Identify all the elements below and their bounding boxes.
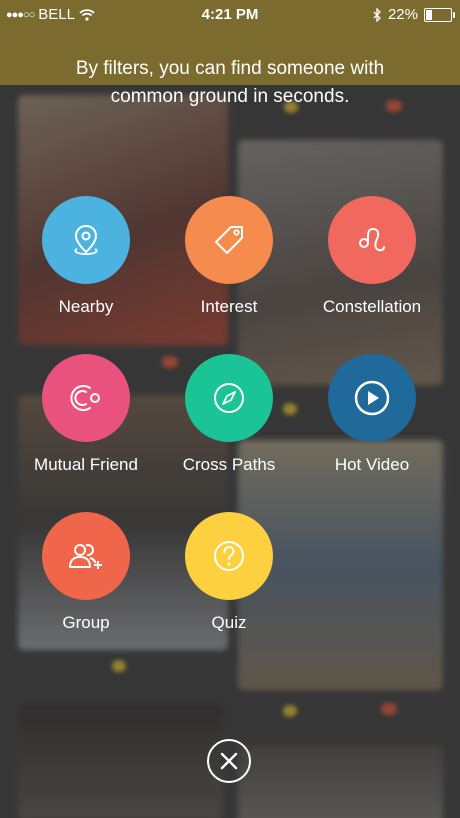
filter-quiz[interactable]: Quiz [159, 512, 299, 633]
filter-label: Interest [200, 297, 258, 316]
filter-label: Quiz [211, 613, 247, 632]
compass-icon [214, 383, 244, 413]
question-icon [214, 541, 244, 571]
close-icon [220, 752, 238, 770]
mutual-friend-button[interactable] [42, 354, 130, 442]
filter-label: Hot Video [334, 455, 410, 474]
group-add-icon [69, 544, 102, 569]
cross-paths-button[interactable] [185, 354, 273, 442]
interest-button[interactable] [185, 196, 273, 284]
filter-constellation[interactable]: Constellation [302, 196, 442, 317]
hot-video-button[interactable] [328, 354, 416, 442]
filter-interest[interactable]: Interest [159, 196, 299, 317]
filter-group[interactable]: Group [16, 512, 156, 633]
filter-label: Nearby [58, 297, 114, 316]
filter-nearby[interactable]: Nearby [16, 196, 156, 317]
quiz-button[interactable] [185, 512, 273, 600]
filter-label: Constellation [322, 297, 422, 316]
play-icon [354, 380, 390, 416]
location-pin-icon [74, 224, 98, 255]
filter-cross-paths[interactable]: Cross Paths [159, 354, 299, 475]
filter-label: Mutual Friend [34, 455, 138, 474]
constellation-button[interactable] [328, 196, 416, 284]
leo-zodiac-icon [359, 227, 385, 252]
close-button[interactable] [207, 739, 251, 783]
filter-label: Group [62, 613, 110, 632]
filter-grid: Nearby Interest Constellation Mutual Fri… [0, 0, 460, 818]
nearby-button[interactable] [42, 196, 130, 284]
tag-icon [215, 226, 243, 254]
filter-hot-video[interactable]: Hot Video [302, 354, 442, 475]
filter-mutual-friend[interactable]: Mutual Friend [16, 354, 156, 475]
filter-label: Cross Paths [182, 455, 276, 474]
mutual-friend-icon [70, 385, 100, 411]
group-button[interactable] [42, 512, 130, 600]
